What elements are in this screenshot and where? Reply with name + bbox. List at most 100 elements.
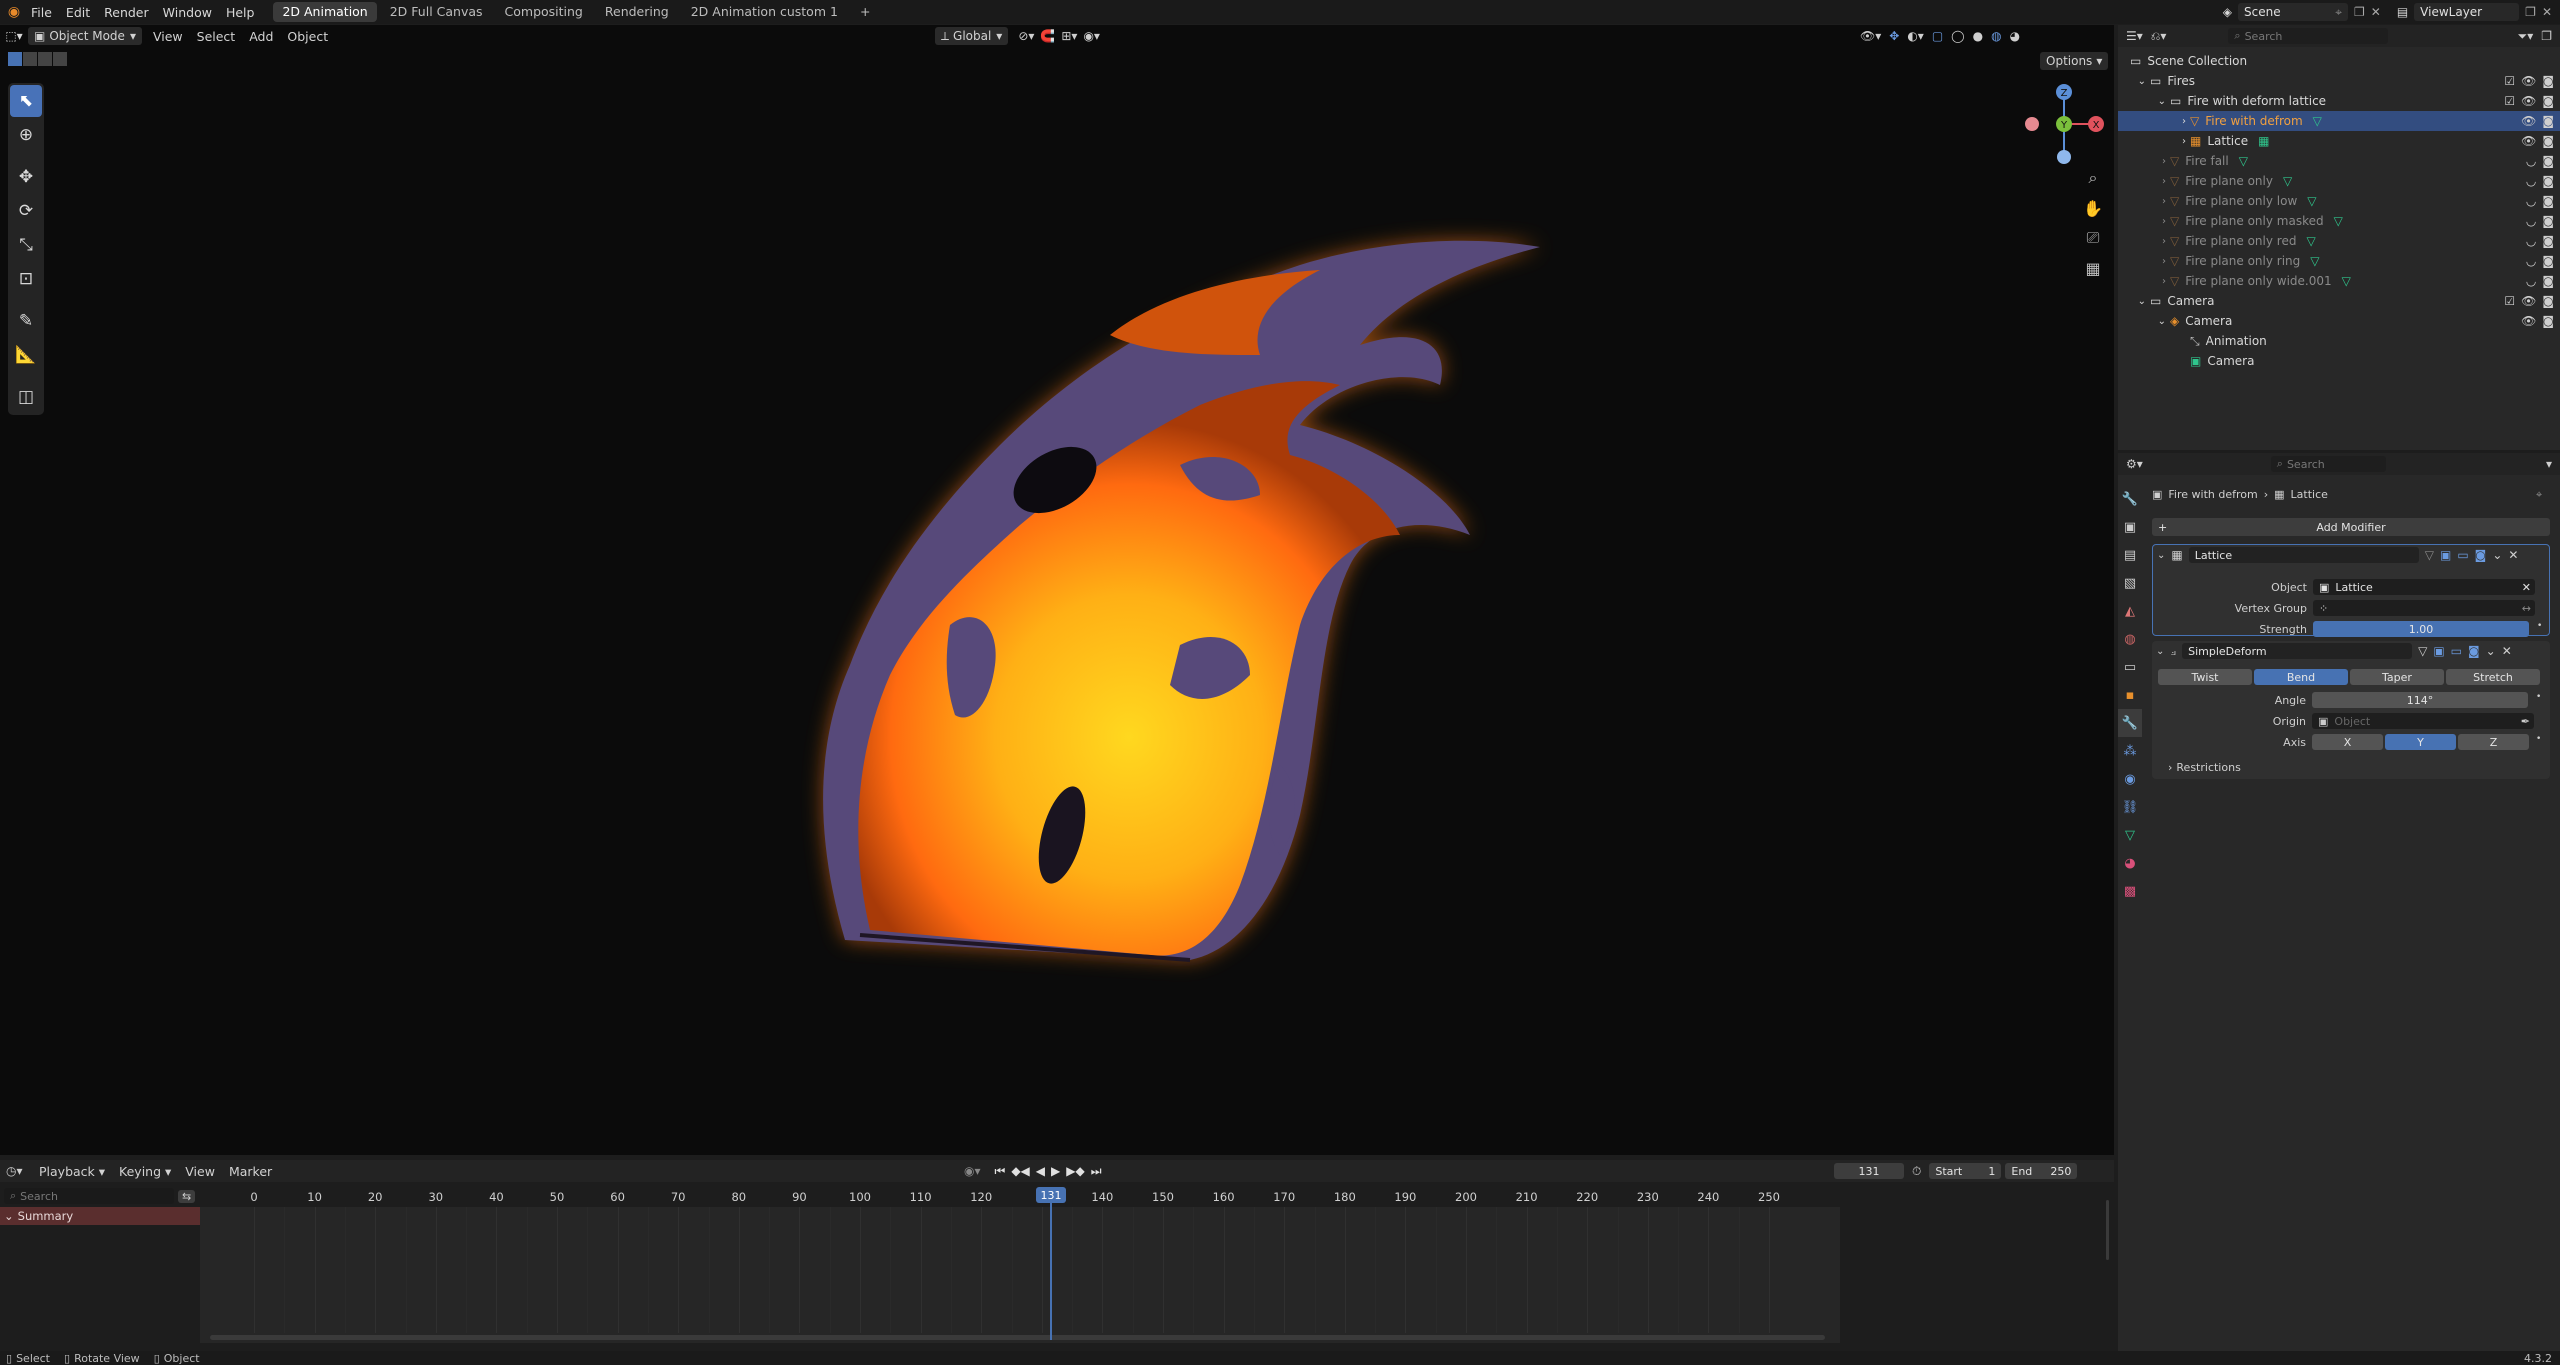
view-layer-icon[interactable]: ▤ — [2397, 5, 2408, 19]
tab-rendering[interactable]: Rendering — [596, 2, 678, 22]
expand-chevron-icon[interactable]: ⌄ — [2118, 96, 2170, 107]
eye-icon[interactable]: 👁 — [2521, 294, 2536, 308]
collapse-chevron-icon[interactable]: › — [2118, 176, 2170, 187]
select-intersect-icon[interactable] — [53, 52, 67, 66]
mode-taper-button[interactable]: Taper — [2350, 669, 2444, 685]
restrictions-subpanel[interactable]: › Restrictions — [2168, 761, 2241, 774]
origin-field[interactable]: ▣ Object ✒ — [2312, 713, 2534, 729]
chevron-down-icon[interactable]: ⌄ — [2157, 550, 2165, 561]
display-mode-icon[interactable]: ⎌▾ — [2151, 29, 2167, 44]
render-toggle-icon[interactable]: ◙ — [2475, 548, 2487, 562]
camera-render-icon[interactable]: ◙ — [2542, 174, 2554, 188]
material-shading-icon[interactable]: ◍ — [1991, 29, 2001, 43]
playhead-line[interactable] — [1050, 1203, 1052, 1340]
jump-end-icon[interactable]: ⏭ — [1091, 1164, 1102, 1179]
eye-closed-icon[interactable]: ◡ — [2526, 254, 2536, 268]
start-frame-field[interactable]: Start 1 — [1929, 1163, 2002, 1179]
solid-shading-icon[interactable]: ● — [1973, 29, 1983, 43]
pivot-icon[interactable]: ⊘▾ — [1018, 29, 1034, 43]
transform-tool[interactable]: ⊡ — [10, 263, 42, 295]
collapse-chevron-icon[interactable]: › — [2118, 136, 2190, 147]
view-layer-tab-icon[interactable]: ▧ — [2118, 569, 2142, 597]
xray-icon[interactable]: ▢ — [1932, 29, 1943, 43]
editor-type-icon[interactable]: ⚙▾ — [2126, 457, 2143, 471]
constraints-tab-icon[interactable]: ⛓ — [2118, 793, 2142, 821]
mesh-data-icon[interactable]: ▦ — [2258, 134, 2269, 148]
scene-selector[interactable]: Scene ⌖ — [2238, 3, 2348, 21]
new-view-layer-icon[interactable]: ❐ — [2525, 5, 2536, 19]
scene-icon[interactable]: ◈ — [2223, 5, 2232, 19]
delete-scene-icon[interactable]: ✕ — [2371, 5, 2381, 19]
cage-toggle-icon[interactable]: ▣ — [2440, 548, 2451, 562]
expand-chevron-icon[interactable]: ⌄ — [2118, 76, 2150, 87]
outliner-row[interactable]: ▭ Scene Collection — [2118, 51, 2560, 71]
checkbox-icon[interactable]: ☑ — [2504, 94, 2515, 108]
measure-tool[interactable]: 📐 — [10, 339, 42, 371]
outliner-row[interactable]: › ▽ Fire fall ▽ ◡ ◙ — [2118, 151, 2560, 171]
menu-window[interactable]: Window — [156, 5, 219, 20]
camera-view-icon[interactable]: ⎚ — [2080, 225, 2106, 251]
end-frame-field[interactable]: End 250 — [2005, 1163, 2078, 1179]
mesh-data-icon[interactable]: ▽ — [2313, 114, 2322, 128]
axis-x-button[interactable]: X — [2312, 734, 2383, 750]
menu-file[interactable]: File — [24, 5, 59, 20]
menu-select[interactable]: Select — [190, 29, 243, 44]
texture-tab-icon[interactable]: ▩ — [2118, 877, 2142, 905]
mode-twist-button[interactable]: Twist — [2158, 669, 2252, 685]
wireframe-shading-icon[interactable]: ◯ — [1951, 29, 1964, 43]
annotate-tool[interactable]: ✎ — [10, 305, 42, 337]
gizmo-toggle-icon[interactable]: ✥ — [1889, 29, 1899, 43]
edit-mode-toggle-icon[interactable]: ▽ — [2425, 548, 2434, 562]
mesh-data-icon[interactable]: ▽ — [2310, 254, 2319, 268]
editor-type-icon[interactable]: ☰▾ — [2126, 29, 2143, 43]
eyedropper-icon[interactable]: ✒ — [2521, 715, 2530, 728]
cursor-tool[interactable]: ⊕ — [10, 119, 42, 151]
add-modifier-button[interactable]: + Add Modifier — [2152, 518, 2550, 536]
new-collection-icon[interactable]: ❐ — [2541, 29, 2552, 43]
lattice-object-field[interactable]: ▣ Lattice ✕ — [2313, 579, 2535, 595]
jump-start-icon[interactable]: ⏮ — [995, 1164, 1006, 1179]
collapse-chevron-icon[interactable]: › — [2118, 116, 2190, 127]
chevron-down-icon[interactable]: ▾ — [2546, 457, 2552, 471]
data-tab-icon[interactable]: ▽ — [2118, 821, 2142, 849]
eye-closed-icon[interactable]: ◡ — [2526, 174, 2536, 188]
camera-render-icon[interactable]: ◙ — [2542, 254, 2554, 268]
scene-tab-icon[interactable]: ◭ — [2118, 597, 2142, 625]
play-icon[interactable]: ▶ — [1051, 1164, 1060, 1178]
snap-target-icon[interactable]: ⊞▾ — [1061, 29, 1077, 43]
neg-x-ball[interactable] — [2025, 117, 2039, 131]
overlay-icon[interactable]: ◐▾ — [1907, 29, 1924, 43]
pin-icon[interactable]: ⌖ — [2335, 5, 2342, 20]
eye-icon[interactable]: 👁 — [2521, 134, 2536, 148]
menu-keying[interactable]: Keying ▾ — [112, 1164, 178, 1179]
eye-closed-icon[interactable]: ◡ — [2526, 214, 2536, 228]
options-button[interactable]: Options ▾ — [2040, 52, 2112, 70]
realtime-toggle-icon[interactable]: ▭ — [2451, 644, 2462, 658]
close-icon[interactable]: ✕ — [2502, 644, 2512, 658]
select-subtract-icon[interactable] — [38, 52, 52, 66]
collapse-chevron-icon[interactable]: › — [2118, 256, 2170, 267]
jump-keyframe-forward-icon[interactable]: ▶◆ — [1066, 1164, 1084, 1178]
chevron-down-icon[interactable]: ⌄ — [2156, 646, 2164, 657]
close-icon[interactable]: ✕ — [2522, 581, 2531, 594]
menu-help[interactable]: Help — [219, 5, 262, 20]
close-icon[interactable]: ✕ — [2508, 548, 2518, 562]
eye-closed-icon[interactable]: ◡ — [2526, 274, 2536, 288]
outliner-row[interactable]: ⤡ Animation — [2118, 331, 2560, 351]
camera-render-icon[interactable]: ◙ — [2542, 134, 2554, 148]
camera-render-icon[interactable]: ◙ — [2542, 94, 2554, 108]
outliner-row[interactable]: › ▽ Fire plane only ▽ ◡ ◙ — [2118, 171, 2560, 191]
checkbox-icon[interactable]: ☑ — [2504, 74, 2515, 88]
add-cube-tool[interactable]: ◫ — [10, 381, 42, 413]
keyframe-dot-icon[interactable]: • — [2537, 621, 2542, 631]
chevron-down-icon[interactable]: ⌄ — [2486, 644, 2496, 658]
outliner-row[interactable]: ⌄ ▭ Camera ☑ 👁 ◙ — [2118, 291, 2560, 311]
blender-logo-icon[interactable]: ◉ — [4, 4, 24, 20]
outliner-row[interactable]: ▣ Camera — [2118, 351, 2560, 371]
invert-icon[interactable]: ↔ — [2522, 602, 2531, 615]
menu-marker[interactable]: Marker — [222, 1164, 279, 1179]
tab-2d-animation-custom[interactable]: 2D Animation custom 1 — [682, 2, 847, 22]
stopwatch-icon[interactable]: ⏱ — [1912, 1164, 1921, 1179]
outliner-row[interactable]: › ▦ Lattice ▦ 👁 ◙ — [2118, 131, 2560, 151]
mesh-data-icon[interactable]: ▽ — [2342, 274, 2351, 288]
